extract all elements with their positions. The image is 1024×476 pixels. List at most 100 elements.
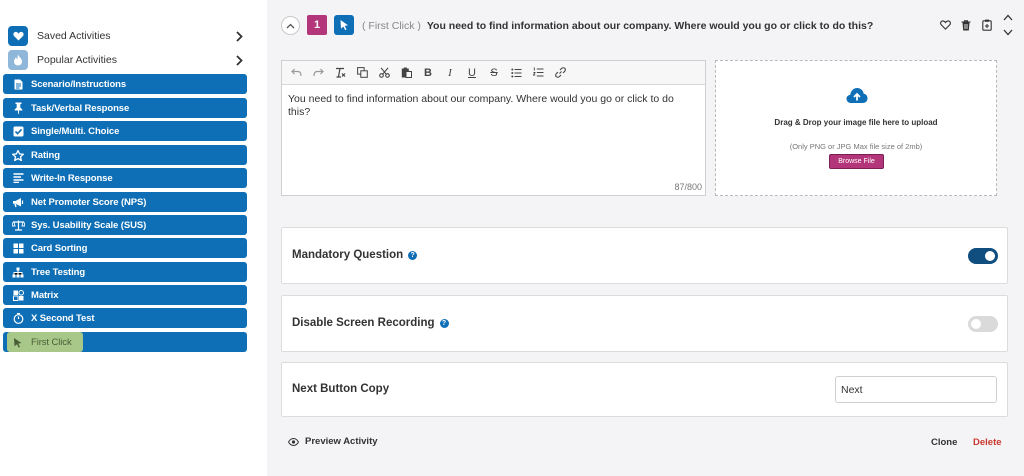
next-button-copy-text: Next Button Copy — [292, 383, 390, 395]
next-button-copy-card: Next Button Copy — [281, 362, 1008, 417]
checkbox-icon — [11, 124, 25, 138]
activity-label: Net Promoter Score (NPS) — [31, 196, 147, 208]
disable-screen-recording-label: Disable Screen Recording ? — [292, 317, 449, 329]
activity-item-rating[interactable]: Rating — [3, 145, 247, 165]
question-header: 1 ( First Click ) You need to find infor… — [267, 9, 1024, 43]
activity-item-tree-testing[interactable]: Tree Testing — [3, 262, 247, 282]
mandatory-question-card: Mandatory Question ? — [281, 227, 1008, 284]
activity-label: Sys. Usability Scale (SUS) — [31, 219, 147, 231]
disable-screen-recording-text: Disable Screen Recording — [292, 317, 435, 329]
activity-sidebar: Saved Activities Popular Activities Scen… — [0, 0, 262, 476]
activity-label: Single/Multi. Choice — [31, 125, 120, 137]
preview-activity-link[interactable]: Preview Activity — [288, 436, 378, 447]
paste-icon[interactable] — [398, 65, 414, 81]
star-icon — [11, 148, 25, 162]
activity-label: Rating — [31, 149, 60, 161]
activity-label: Matrix — [31, 289, 59, 301]
cloud-upload-icon — [846, 88, 868, 103]
mandatory-question-toggle[interactable] — [968, 248, 998, 264]
toggle-knob — [985, 251, 995, 261]
activity-label: Tree Testing — [31, 266, 86, 278]
numbered-list-icon[interactable] — [530, 65, 546, 81]
question-text-editor[interactable]: B I U S You need to find information abo… — [281, 60, 706, 196]
favorite-heart-icon[interactable] — [939, 18, 951, 32]
heart-icon — [8, 26, 28, 46]
timer-icon — [11, 311, 25, 325]
activity-label: Scenario/Instructions — [31, 78, 127, 90]
activity-item-write-in-response[interactable]: Write-In Response — [3, 168, 247, 188]
question-actions — [939, 18, 993, 32]
activity-item-task-verbal-response[interactable]: Task/Verbal Response — [3, 98, 247, 118]
italic-icon[interactable]: I — [442, 65, 458, 81]
cursor-icon — [334, 15, 354, 35]
activity-item-card-sorting[interactable]: Card Sorting — [3, 238, 247, 258]
activity-label: Write-In Response — [31, 172, 113, 184]
help-icon[interactable]: ? — [439, 318, 449, 328]
eye-icon — [288, 437, 299, 446]
grid-icon — [11, 241, 25, 255]
cursor-icon — [11, 335, 25, 349]
question-title-text: You need to find information about our c… — [426, 20, 874, 32]
popular-activities-label: Popular Activities — [37, 54, 117, 66]
matrix-icon — [11, 288, 25, 302]
mandatory-question-label: Mandatory Question ? — [292, 249, 418, 261]
cut-icon[interactable] — [376, 65, 392, 81]
reorder-arrows-icon[interactable] — [1002, 14, 1014, 36]
underline-icon[interactable]: U — [464, 65, 480, 81]
pin-icon — [11, 101, 25, 115]
bold-icon[interactable]: B — [420, 65, 436, 81]
strikethrough-icon[interactable]: S — [486, 65, 502, 81]
saved-activities-label: Saved Activities — [37, 30, 111, 42]
chevron-right-icon[interactable] — [234, 29, 244, 43]
chevron-up-icon — [286, 23, 295, 28]
redo-icon[interactable] — [310, 65, 326, 81]
next-button-copy-input[interactable] — [835, 376, 997, 403]
copy-icon[interactable] — [354, 65, 370, 81]
preview-activity-label: Preview Activity — [305, 436, 378, 447]
disable-screen-recording-card: Disable Screen Recording ? — [281, 295, 1008, 352]
toggle-knob — [971, 319, 981, 329]
editor-toolbar: B I U S — [282, 61, 705, 85]
chevron-right-icon[interactable] — [234, 53, 244, 67]
undo-icon[interactable] — [288, 65, 304, 81]
popular-activities-item[interactable]: Popular Activities — [8, 49, 248, 71]
lines-icon — [11, 171, 25, 185]
megaphone-icon — [11, 195, 25, 209]
collapse-button[interactable] — [281, 16, 300, 35]
activity-item-scenario-instructions[interactable]: Scenario/Instructions — [3, 74, 247, 94]
activity-label: Card Sorting — [31, 242, 88, 254]
help-icon[interactable]: ? — [408, 250, 418, 260]
activity-label: Task/Verbal Response — [31, 102, 130, 114]
question-type-tag: ( First Click ) — [362, 20, 421, 32]
activity-item-matrix[interactable]: Matrix — [3, 285, 247, 305]
disable-screen-recording-toggle[interactable] — [968, 316, 998, 332]
mandatory-question-text: Mandatory Question — [292, 249, 404, 261]
clone-button[interactable]: Clone — [931, 437, 957, 448]
character-count: 87/800 — [674, 182, 702, 192]
document-icon — [11, 77, 25, 91]
duplicate-icon[interactable] — [981, 18, 993, 32]
activity-label: X Second Test — [31, 312, 95, 324]
editor-content[interactable]: You need to find information about our c… — [282, 85, 692, 127]
activity-item-sus[interactable]: Sys. Usability Scale (SUS) — [3, 215, 247, 235]
activity-label: First Click — [31, 336, 72, 348]
activity-item-first-click[interactable]: First Click — [3, 332, 247, 352]
fire-icon — [8, 50, 28, 70]
clear-format-icon[interactable] — [332, 65, 348, 81]
bulleted-list-icon[interactable] — [508, 65, 524, 81]
activity-item-single-multi-choice[interactable]: Single/Multi. Choice — [3, 121, 247, 141]
browse-file-button[interactable]: Browse File — [829, 154, 884, 169]
delete-button[interactable]: Delete — [973, 437, 1002, 448]
saved-activities-item[interactable]: Saved Activities — [8, 25, 248, 47]
link-icon[interactable] — [552, 65, 568, 81]
activity-item-nps[interactable]: Net Promoter Score (NPS) — [3, 192, 247, 212]
scale-icon — [11, 218, 25, 232]
question-number-badge: 1 — [307, 15, 327, 35]
upload-title: Drag & Drop your image file here to uplo… — [774, 118, 938, 127]
upload-hint: (Only PNG or JPG Max file size of 2mb) — [789, 142, 923, 151]
question-title: ( First Click ) You need to find informa… — [362, 20, 873, 32]
activity-item-x-second-test[interactable]: X Second Test — [3, 308, 247, 328]
image-upload-dropzone[interactable]: Drag & Drop your image file here to uplo… — [715, 60, 997, 196]
trash-icon[interactable] — [960, 18, 972, 32]
tree-icon — [11, 265, 25, 279]
